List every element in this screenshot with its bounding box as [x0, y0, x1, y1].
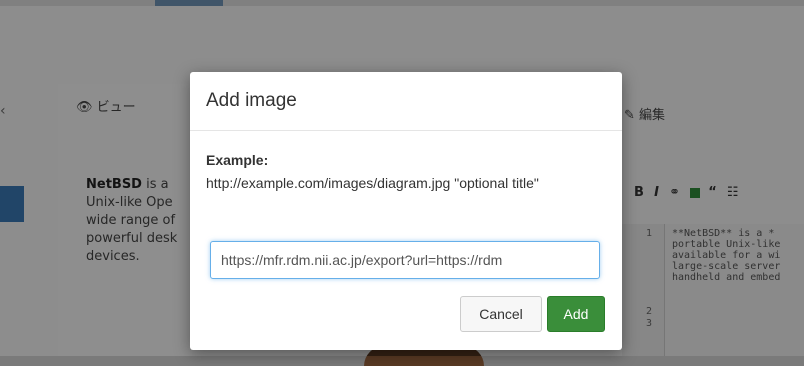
add-image-dialog: Add image Example: http://example.com/im… — [190, 72, 622, 350]
dialog-title: Add image — [206, 90, 297, 111]
example-label: Example: — [206, 152, 269, 168]
dialog-header: Add image — [190, 72, 622, 131]
cancel-button[interactable]: Cancel — [460, 296, 542, 332]
add-button[interactable]: Add — [547, 296, 605, 332]
image-url-input[interactable] — [210, 241, 600, 279]
example-text: http://example.com/images/diagram.jpg "o… — [206, 175, 539, 191]
